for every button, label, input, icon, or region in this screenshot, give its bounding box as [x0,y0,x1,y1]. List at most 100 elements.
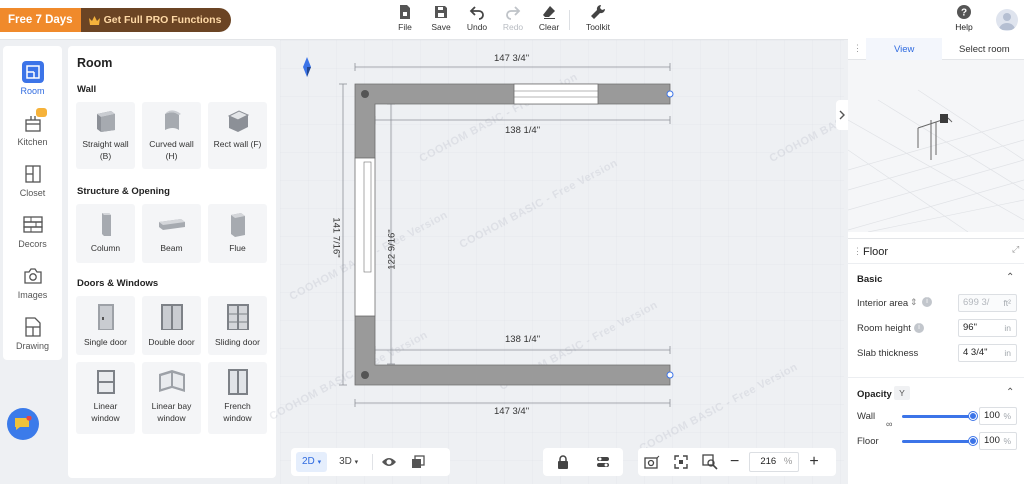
rail-item-kitchen[interactable]: Kitchen [3,104,62,155]
file-icon [400,5,410,19]
column-label: Column [90,243,121,253]
zoom-bar: − 216 % + [638,448,836,476]
wall-section-title: Wall [77,84,97,95]
linear-window-label: Linear window [91,401,120,423]
rail-item-drawing[interactable]: Drawing [3,308,62,359]
save-button[interactable]: Save [423,4,459,36]
swap-icon[interactable]: ⇕ [910,297,918,308]
bay-window-icon [158,370,185,392]
mode-2d-label: 2D [302,456,315,467]
straight-wall-label: Straight wall (B) [82,139,129,161]
room-height-field[interactable]: 96" in [958,319,1017,337]
rail-item-closet[interactable]: Closet [3,155,62,206]
top-window[interactable] [513,83,599,105]
avatar[interactable] [996,9,1018,31]
layers-icon[interactable] [411,455,425,469]
zoom-unit: % [783,456,793,467]
floor-opacity-slider[interactable] [902,440,972,443]
redo-button[interactable]: Redo [495,4,531,36]
wall-opacity-value: 100 [984,410,1000,421]
undo-button[interactable]: Undo [459,4,495,36]
beam-tile[interactable]: Beam [142,204,201,263]
promo-banner[interactable]: Free 7 Days Get Full PRO Functions [0,8,232,32]
clear-label: Clear [538,22,560,32]
drag-handle-icon[interactable]: ⋮ [853,43,862,54]
linear-bay-window-label: Linear bay window [151,401,192,423]
divider [848,377,1024,378]
linear-window-tile[interactable]: Linear window [76,362,135,434]
chat-button[interactable] [7,408,39,440]
toggle-icon[interactable] [596,455,610,469]
rail-item-decors[interactable]: Decors [3,206,62,257]
chevron-down-icon: ▾ [354,459,359,466]
room-height-label: Room height [857,323,911,334]
interior-area-field: 699 3/ ft² [958,294,1017,312]
zoom-search-icon[interactable] [702,454,718,470]
zoom-out-button[interactable]: − [730,454,739,470]
double-door-tile[interactable]: Double door [142,296,201,355]
french-window-tile[interactable]: French window [208,362,267,434]
toolkit-button[interactable]: Toolkit [580,4,616,36]
fit-screen-icon[interactable] [674,455,688,469]
rail-item-room[interactable]: Room [3,53,62,104]
3d-preview[interactable] [848,60,1024,232]
collapse-panel-button[interactable] [836,100,848,130]
single-door-tile[interactable]: Single door [76,296,135,355]
wall-opacity-field[interactable]: 100 % [979,407,1017,425]
help-label: Help [955,22,973,32]
column-tile[interactable]: Column [76,204,135,263]
room-panel-title: Room [77,56,113,70]
rail-item-images[interactable]: Images [3,257,62,308]
linear-bay-window-tile[interactable]: Linear bay window [142,362,201,434]
left-window[interactable] [354,157,376,317]
floor-opacity-field[interactable]: 100 % [979,432,1017,450]
clear-button[interactable]: Clear [531,4,567,36]
floor-plan[interactable] [280,40,844,484]
help-button[interactable]: ? Help [950,5,978,32]
wall-opacity-slider[interactable] [902,415,972,418]
floor-opacity-label: Floor [857,436,879,447]
eraser-icon [543,6,555,19]
link-icon[interactable]: ∞ [886,419,892,429]
free-trial-label[interactable]: Free 7 Days [0,8,81,32]
sliding-door-tile[interactable]: Sliding door [208,296,267,355]
rect-wall-tile[interactable]: Rect wall (F) [208,102,267,169]
mode-2d-button[interactable]: 2D ▾ [296,452,328,472]
expand-icon[interactable]: ⤢ [1012,244,1019,255]
tab-view[interactable]: View [894,44,914,55]
floor-opacity-knob[interactable] [969,437,977,445]
rect-wall-label: Rect wall (F) [213,139,262,149]
get-pro-button[interactable]: Get Full PRO Functions [80,8,232,32]
svg-text:?: ? [961,8,967,19]
slab-thickness-field[interactable]: 4 3/4" in [958,344,1017,362]
basic-section-title: Basic [857,274,883,285]
zoom-input[interactable]: 216 % [749,452,800,472]
column-icon [101,213,111,236]
mode-3d-button[interactable]: 3D ▾ [333,452,364,472]
settings-camera-icon[interactable] [644,455,660,469]
chevron-up-icon[interactable]: ⌃ [1006,272,1014,283]
info-icon: i [914,323,924,333]
flue-tile[interactable]: Flue [208,204,267,263]
3d-preview-scene [848,60,1024,232]
lock-icon[interactable] [557,455,569,469]
eye-icon[interactable] [381,456,397,468]
beam-icon [158,219,185,230]
straight-wall-tile[interactable]: Straight wall (B) [76,102,135,169]
file-label: File [398,22,412,32]
zoom-in-button[interactable]: + [809,454,818,470]
file-button[interactable]: File [387,4,423,36]
curved-wall-tile[interactable]: Curved wall (H) [142,102,201,169]
tab-select-room[interactable]: Select room [959,44,1010,55]
wall-opacity-knob[interactable] [969,412,977,420]
help-icon: ? [957,5,971,19]
opacity-section-title: Opacity [857,389,892,400]
drag-handle-icon[interactable]: ⋮ [853,246,862,257]
double-door-icon [160,304,183,330]
wall-opacity-label: Wall [857,411,876,422]
floor-plan-canvas[interactable]: COOHOM BASIC - Free Version COOHOM BASIC… [268,40,930,484]
divider [848,263,1024,264]
dimension-inner-left: 122 9/16" [386,229,398,270]
chevron-up-icon[interactable]: ⌃ [1006,387,1014,398]
opacity-badge[interactable]: Y [894,386,910,400]
